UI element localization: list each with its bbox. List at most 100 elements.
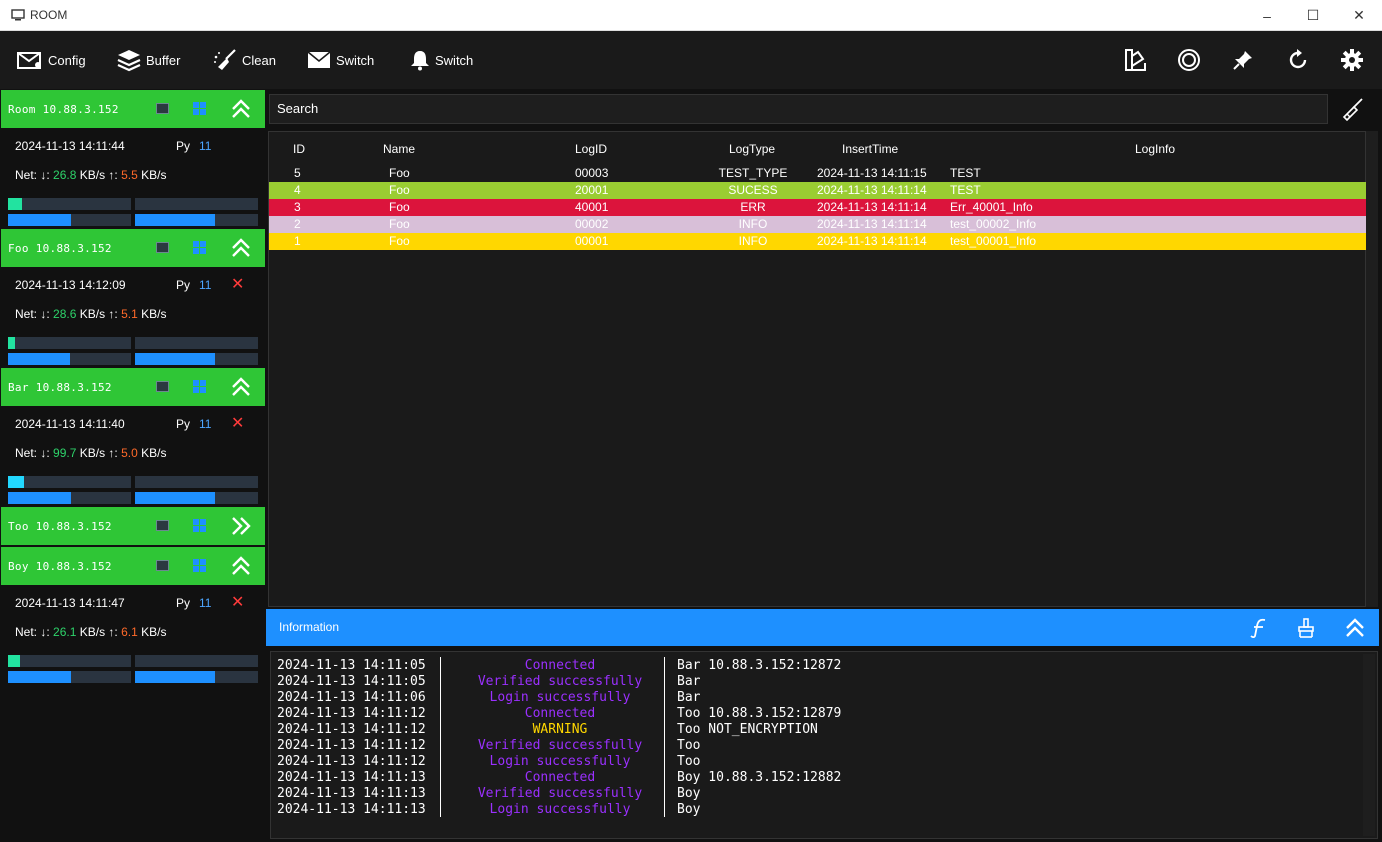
usage-bar <box>8 476 131 488</box>
windows-icon[interactable] <box>193 102 206 115</box>
collapse-info-icon[interactable] <box>1344 617 1366 639</box>
log-status: Verified successfully <box>477 786 643 801</box>
close-window-button[interactable]: ✕ <box>1336 0 1382 31</box>
window-title: ROOM <box>30 8 68 22</box>
terminal-icon[interactable] <box>156 103 169 114</box>
search-input[interactable]: Search <box>269 94 1328 124</box>
close-session-icon[interactable]: ✕ <box>231 413 244 433</box>
session-host: Room 10.88.3.152 <box>8 102 119 116</box>
upload-unit: KB/s <box>141 625 167 639</box>
clean-label: Clean <box>242 52 276 68</box>
log-message: Too NOT_ENCRYPTION <box>677 722 818 737</box>
collapse-session-icon[interactable] <box>231 377 251 397</box>
log-status: Login successfully <box>489 754 631 769</box>
grid-row[interactable]: 5 Foo 00003 TEST_TYPE 2024-11-13 14:11:15 TES… <box>269 165 1367 182</box>
download-unit: KB/s ↑: <box>79 307 118 321</box>
grid-row[interactable]: 4 Foo 20001 SUCESS 2024-11-13 14:11:14 TEST <box>269 182 1367 199</box>
expand-session-icon[interactable] <box>231 516 251 536</box>
grid-scrollbar[interactable] <box>1366 131 1378 607</box>
close-session-icon[interactable]: ✕ <box>231 274 244 294</box>
usage-bar-fill <box>8 337 16 349</box>
grid-row[interactable]: 2 Foo 00002 INFO 2024-11-13 14:11:14 test_000… <box>269 216 1367 233</box>
target-button[interactable] <box>1174 45 1204 75</box>
windows-icon[interactable] <box>193 559 206 572</box>
grid-row[interactable]: 1 Foo 00001 INFO 2024-11-13 14:11:14 test_000… <box>269 233 1367 250</box>
switch-alarm-button[interactable]: Switch <box>410 31 473 89</box>
column-header-loginfo[interactable]: LogInfo <box>1135 142 1175 156</box>
usage-bar <box>8 671 131 683</box>
log-time: 2024-11-13 14:11:05 <box>277 674 426 689</box>
session-header[interactable]: Room 10.88.3.152 <box>1 90 265 128</box>
bell-icon <box>411 51 429 71</box>
session-header[interactable]: Bar 10.88.3.152 <box>1 368 265 406</box>
grid-row[interactable]: 3 Foo 40001 ERR 2024-11-13 14:11:14 Err_40001… <box>269 199 1367 216</box>
windows-icon[interactable] <box>193 519 206 532</box>
maximize-button[interactable]: ☐ <box>1290 0 1336 31</box>
upload-unit: KB/s <box>141 307 167 321</box>
log-time: 2024-11-13 14:11:13 <box>277 802 426 817</box>
switch-alarm-label: Switch <box>435 52 474 68</box>
clean-button[interactable]: Clean <box>213 31 276 89</box>
minimize-button[interactable]: – <box>1244 0 1290 31</box>
terminal-icon[interactable] <box>156 520 169 531</box>
info-scrollbar[interactable] <box>1363 654 1375 836</box>
terminal-icon[interactable] <box>156 242 169 253</box>
log-time: 2024-11-13 14:11:12 <box>277 738 426 753</box>
log-message: Bar <box>677 674 701 689</box>
switch-mail-button[interactable]: Switch <box>307 31 374 89</box>
cell-loginfo: test_00002_Info <box>950 217 1037 231</box>
pin-button[interactable] <box>1228 45 1258 75</box>
refresh-button[interactable] <box>1283 45 1313 75</box>
column-header-inserttime[interactable]: InsertTime <box>842 142 898 156</box>
settings-button[interactable] <box>1337 45 1367 75</box>
network-speed: Net: ↓: 26.8 KB/s ↑: 5.5 KB/s <box>15 168 166 182</box>
column-header-id[interactable]: ID <box>293 142 305 156</box>
usage-bar <box>135 198 258 210</box>
usage-bar-fill <box>8 198 22 210</box>
cell-logtype: INFO <box>738 217 768 231</box>
session-header[interactable]: Boy 10.88.3.152 <box>1 547 265 585</box>
collapse-session-icon[interactable] <box>231 238 251 258</box>
python-label: Py <box>176 139 191 153</box>
python-label: Py <box>176 417 191 431</box>
log-message: Too 10.88.3.152:12879 <box>677 706 842 721</box>
cell-loginfo: test_00001_Info <box>950 234 1037 248</box>
palette-button[interactable] <box>1120 45 1150 75</box>
usage-bar <box>8 655 131 667</box>
usage-bar-fill <box>8 671 71 683</box>
log-status: Connected <box>524 770 596 785</box>
network-speed: Net: ↓: 26.1 KB/s ↑: 6.1 KB/s <box>15 625 166 639</box>
session-host: Foo 10.88.3.152 <box>8 241 112 255</box>
log-message: Too <box>677 738 701 753</box>
font-icon[interactable] <box>1250 618 1268 638</box>
log-time: 2024-11-13 14:11:12 <box>277 754 426 769</box>
buffer-button[interactable]: Buffer <box>117 31 180 89</box>
session-header[interactable]: Foo 10.88.3.152 <box>1 229 265 267</box>
download-speed: 26.8 <box>53 168 77 182</box>
session-body: 2024-11-13 14:12:09 Py 11 ✕ Net: ↓: 28.6 KB/… <box>1 267 265 368</box>
clear-broom-icon[interactable] <box>1340 97 1364 121</box>
log-status: Connected <box>524 658 596 673</box>
usage-bar <box>135 214 258 226</box>
windows-icon[interactable] <box>193 241 206 254</box>
clear-log-icon[interactable] <box>1297 618 1315 638</box>
column-separator <box>664 657 665 817</box>
collapse-session-icon[interactable] <box>231 556 251 576</box>
log-status: Verified successfully <box>477 738 643 753</box>
config-label: Config <box>48 52 86 68</box>
column-header-name[interactable]: Name <box>383 142 415 156</box>
upload-unit: KB/s <box>141 168 167 182</box>
close-session-icon[interactable]: ✕ <box>231 592 244 612</box>
windows-icon[interactable] <box>193 380 206 393</box>
palette-icon <box>1125 49 1146 71</box>
collapse-session-icon[interactable] <box>231 99 251 119</box>
download-speed: 99.7 <box>53 446 77 460</box>
column-header-logid[interactable]: LogID <box>575 142 607 156</box>
usage-bar-fill <box>8 476 24 488</box>
session-header[interactable]: Too 10.88.3.152 <box>1 507 265 545</box>
terminal-icon[interactable] <box>156 381 169 392</box>
terminal-icon[interactable] <box>156 560 169 571</box>
session-body: 2024-11-13 14:11:47 Py 11 ✕ Net: ↓: 26.1 KB/… <box>1 585 265 686</box>
column-header-logtype[interactable]: LogType <box>729 142 775 156</box>
config-button[interactable]: Config <box>17 31 86 89</box>
